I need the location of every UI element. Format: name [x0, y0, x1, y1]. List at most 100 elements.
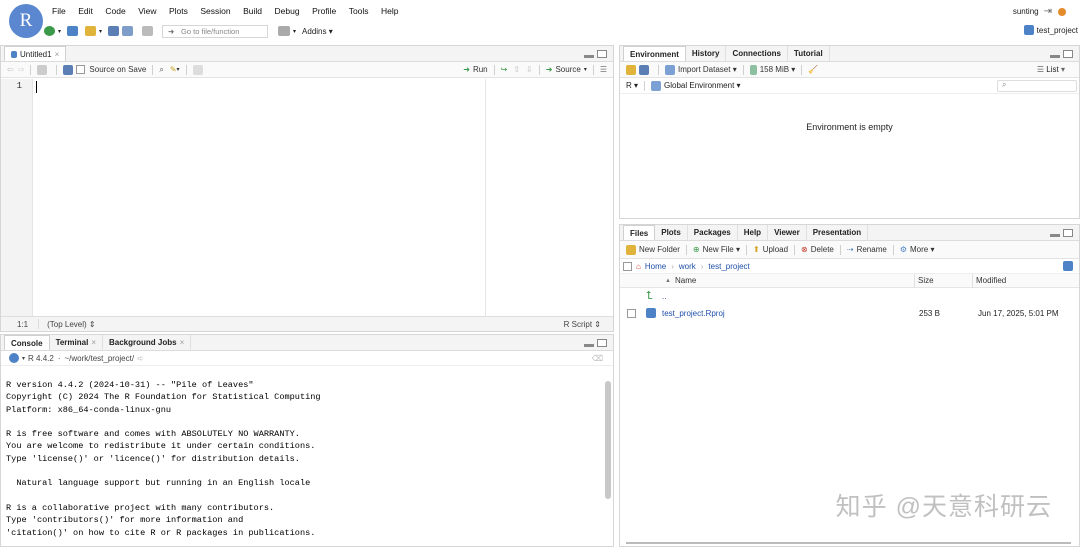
go-to-directory-icon[interactable]: ➪ [137, 354, 144, 363]
compile-report-icon[interactable] [192, 64, 203, 75]
working-directory[interactable]: ~/work/test_project/ [64, 354, 134, 363]
horizontal-scrollbar[interactable] [626, 542, 1071, 544]
import-dataset-button[interactable]: Import Dataset ▾ [678, 65, 737, 74]
column-modified[interactable]: Modified [976, 276, 1006, 285]
magic-wand-icon[interactable]: ✎ [170, 65, 177, 74]
minimize-icon[interactable] [584, 55, 594, 58]
tab-files[interactable]: Files [623, 225, 656, 240]
tab-terminal[interactable]: Terminal × [50, 335, 103, 350]
chevron-down-icon[interactable]: ▾ [22, 355, 25, 362]
menu-view[interactable]: View [138, 6, 156, 16]
close-icon[interactable]: × [55, 50, 60, 59]
load-workspace-icon[interactable] [626, 64, 636, 75]
chevron-down-icon[interactable]: ▾ [293, 28, 296, 35]
list-view-toggle[interactable]: ☰ List ▾ [1037, 65, 1065, 74]
tab-history[interactable]: History [686, 46, 727, 61]
tab-connections[interactable]: Connections [726, 46, 788, 61]
new-file-button[interactable]: ⊕ New File ▾ [693, 245, 740, 254]
menu-session[interactable]: Session [200, 6, 230, 16]
env-search-input[interactable]: ⌕ [997, 79, 1077, 92]
new-file-icon[interactable] [44, 26, 55, 36]
new-folder-button[interactable]: New Folder [626, 244, 680, 255]
menu-profile[interactable]: Profile [312, 6, 336, 16]
open-file-icon[interactable] [85, 26, 97, 36]
maximize-icon[interactable] [1063, 229, 1073, 237]
goto-file-input[interactable]: ➜ Go to file/function [162, 24, 269, 38]
up-icon[interactable]: ⇧ [513, 65, 520, 74]
filetype-selector[interactable]: R Script ⇕ [564, 320, 601, 329]
menu-plots[interactable]: Plots [169, 6, 188, 16]
maximize-icon[interactable] [597, 339, 607, 347]
breadcrumb-test-project[interactable]: test_project [708, 262, 749, 271]
new-project-icon[interactable] [67, 26, 79, 36]
chevron-down-icon[interactable]: ▾ [99, 28, 102, 35]
project-menu[interactable]: test_project [1023, 25, 1078, 35]
search-icon[interactable]: ⌕ [159, 65, 163, 75]
save-all-icon[interactable] [122, 26, 134, 36]
language-selector[interactable]: R ▾ [626, 81, 638, 90]
code-editor[interactable] [34, 79, 484, 316]
minimize-icon[interactable] [584, 344, 594, 347]
tab-viewer[interactable]: Viewer [768, 225, 807, 240]
environment-selector[interactable]: Global Environment ▾ [664, 81, 741, 90]
sign-out-icon[interactable]: ⇥ [1044, 6, 1052, 17]
menu-file[interactable]: File [52, 6, 66, 16]
tab-untitled1[interactable]: Untitled1 × [4, 46, 67, 61]
breadcrumb-home[interactable]: Home [645, 262, 666, 271]
go-to-project-icon[interactable] [1063, 261, 1073, 271]
broom-icon[interactable]: 🧹 [808, 65, 818, 74]
save-workspace-icon[interactable] [639, 64, 649, 75]
menu-edit[interactable]: Edit [78, 6, 93, 16]
source-on-save-checkbox[interactable] [76, 65, 86, 74]
source-button[interactable]: ➜ Source ▾ [546, 65, 587, 74]
console-output[interactable]: R version 4.4.2 (2024-10-31) -- "Pile of… [6, 379, 321, 539]
delete-button[interactable]: ⊗ Delete [801, 245, 834, 254]
menu-build[interactable]: Build [243, 6, 262, 16]
addins-menu[interactable]: Addins ▾ [302, 27, 333, 36]
chevron-down-icon[interactable]: ▾ [58, 28, 61, 35]
save-icon[interactable] [63, 64, 74, 75]
forward-icon[interactable]: ⇨ [18, 65, 25, 74]
close-icon[interactable]: × [180, 338, 185, 347]
tab-plots[interactable]: Plots [655, 225, 688, 240]
tab-help[interactable]: Help [738, 225, 769, 240]
more-button[interactable]: ⚙ More ▾ [900, 245, 935, 254]
save-icon[interactable] [108, 26, 120, 36]
console-scrollbar[interactable] [605, 381, 611, 499]
tab-tutorial[interactable]: Tutorial [788, 46, 830, 61]
rename-button[interactable]: ⇢ Rename [847, 245, 887, 254]
row-checkbox[interactable] [627, 308, 636, 318]
column-name[interactable]: Name [675, 276, 696, 285]
tab-console[interactable]: Console [4, 335, 50, 350]
menu-code[interactable]: Code [105, 6, 125, 16]
close-icon[interactable]: × [91, 338, 96, 347]
breadcrumb-work[interactable]: work [679, 262, 696, 271]
tab-background-jobs[interactable]: Background Jobs × [103, 335, 192, 350]
file-name[interactable]: test_project.Rproj [662, 309, 725, 318]
grid-layout-icon[interactable] [278, 26, 291, 36]
minimize-icon[interactable] [1050, 234, 1060, 237]
rerun-icon[interactable]: ↪ [501, 65, 508, 74]
minimize-icon[interactable] [1050, 55, 1060, 58]
clear-console-icon[interactable]: ⌫ [592, 354, 603, 363]
back-icon[interactable]: ⇦ [7, 65, 14, 74]
down-icon[interactable]: ⇩ [526, 65, 533, 74]
show-in-window-icon[interactable] [37, 64, 48, 75]
upload-button[interactable]: ⬆ Upload [753, 245, 788, 254]
maximize-icon[interactable] [597, 50, 607, 58]
tab-environment[interactable]: Environment [623, 46, 686, 61]
outline-icon[interactable]: ☰ [600, 65, 607, 74]
table-row[interactable]: ⮤ .. [620, 288, 1079, 304]
menu-help[interactable]: Help [381, 6, 398, 16]
table-row[interactable]: test_project.Rproj 253 B Jun 17, 2025, 5… [620, 304, 1079, 322]
tab-presentation[interactable]: Presentation [807, 225, 869, 240]
tab-packages[interactable]: Packages [688, 225, 738, 240]
chevron-down-icon[interactable]: ▾ [177, 66, 180, 73]
parent-folder-link[interactable]: .. [662, 292, 666, 301]
select-all-checkbox[interactable] [623, 261, 632, 271]
print-icon[interactable] [142, 26, 154, 36]
scope-selector[interactable]: (Top Level) ⇕ [47, 320, 96, 329]
memory-usage[interactable]: 158 MiB ▾ [760, 65, 796, 74]
menu-tools[interactable]: Tools [349, 6, 369, 16]
menu-debug[interactable]: Debug [275, 6, 300, 16]
